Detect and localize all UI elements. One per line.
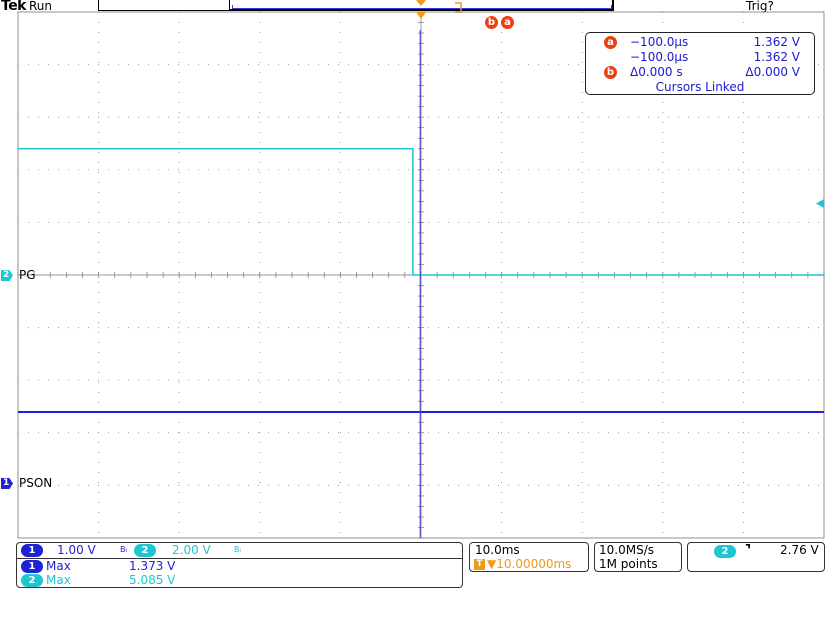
cursor-a-row: a −100.0μs 1.362 V [586,35,814,50]
ch2-trace-label: PG [19,268,36,282]
trigger-delay-icon: T [474,559,485,570]
trigger-source-badge: 2 [714,545,736,558]
cursors-linked-label: Cursors Linked [655,80,745,94]
sample-rate: 10.0MS/s [599,543,654,557]
ch1-badge[interactable]: 1 [21,544,43,557]
cursor-a-voltage: 1.362 V [753,35,800,49]
timebase-scale[interactable]: 10.0ms [475,543,520,557]
cursor-b-row: −100.0μs 1.362 V [586,50,814,65]
ch2-meas-label: Max [46,573,71,587]
timebase-panel[interactable]: 10.0ms T ▼10.00000ms [469,542,589,572]
ch1-meas-label: Max [46,559,71,573]
ch1-meas-value: 1.373 V [129,559,176,573]
ch2-bw-limit-icon: Bₗ [234,545,241,554]
ch2-meas-value: 5.085 V [129,573,176,587]
ch1-trace-label: PSON [19,476,53,490]
cursor-b-marker[interactable]: b [485,16,498,29]
trigger-position-marker[interactable] [415,12,427,21]
channel-settings-panel[interactable]: 1 1.00 V Bₗ 2 2.00 V Bₗ 1 Max 1.373 V 2 … [16,542,463,588]
trigger-panel[interactable]: 2 ⌝ 2.76 V [687,542,825,572]
cursor-b-voltage: 1.362 V [753,50,800,64]
ch1-measurement-row[interactable]: 1 Max 1.373 V [19,559,459,574]
cursor-readout-panel[interactable]: a −100.0μs 1.362 V −100.0μs 1.362 V b Δ0… [585,32,815,95]
cursor-a-marker[interactable]: a [501,16,514,29]
cursor-a-badge: a [604,36,617,49]
acquisition-panel[interactable]: 10.0MS/s 1M points [594,542,682,572]
cursor-delta-row: b Δ0.000 s Δ0.000 V [586,65,814,80]
cursor-delta-badge: b [604,66,617,79]
channel-scale-row: 1 1.00 V Bₗ 2 2.00 V Bₗ [19,543,459,558]
cursor-b-time: −100.0μs [630,50,689,64]
trigger-level-marker[interactable] [815,199,825,209]
ch2-meas-badge: 2 [21,574,43,587]
ch2-measurement-row[interactable]: 2 Max 5.085 V [19,573,459,588]
ch2-scale[interactable]: 2.00 V [172,543,211,557]
ch1-meas-badge: 1 [21,560,43,573]
ch1-scale[interactable]: 1.00 V [57,543,96,557]
trigger-slope-icon: ⌝ [745,543,752,558]
cursor-a-time: −100.0μs [630,35,689,49]
cursor-delta-time: Δ0.000 s [630,65,683,79]
record-length: 1M points [599,557,658,571]
ch2-badge[interactable]: 2 [134,544,156,557]
ch1-bw-limit-icon: Bₗ [120,545,127,554]
trigger-delay-value[interactable]: ▼10.00000ms [487,557,587,571]
cursor-delta-voltage: Δ0.000 V [745,65,800,79]
trigger-level[interactable]: 2.76 V [780,543,819,557]
